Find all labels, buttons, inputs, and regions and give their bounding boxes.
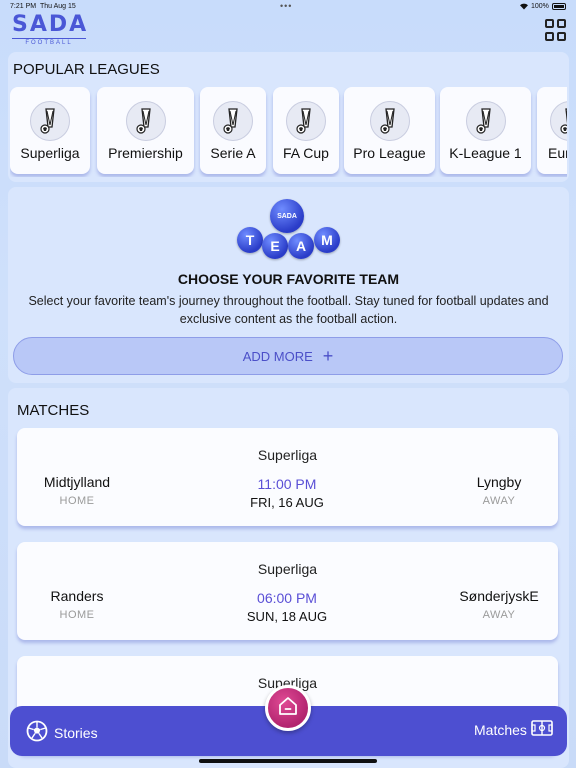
section-title: POPULAR LEAGUES xyxy=(13,61,160,78)
app-logo: SADA FOOTBALL xyxy=(12,14,90,46)
league-card[interactable]: Pro League xyxy=(344,87,435,174)
team-name: Midtjylland xyxy=(43,474,111,490)
tab-label: Stories xyxy=(54,724,98,741)
league-name: Pro League xyxy=(353,145,426,161)
team-heading: CHOOSE YOUR FAVORITE TEAM xyxy=(177,271,400,287)
league-name: Serie A xyxy=(210,145,256,161)
logo-subtext: FOOTBALL xyxy=(12,38,86,46)
trophy-icon xyxy=(213,101,253,141)
team-name: Randers xyxy=(50,588,104,604)
favorite-team-section: SADA T E A M CHOOSE YOUR FAVORITE TEAM S… xyxy=(8,187,569,383)
leagues-carousel[interactable]: Superliga Premiership Serie A FA Cup Pro… xyxy=(10,87,567,177)
tab-stories[interactable]: Stories xyxy=(26,720,98,745)
trophy-icon xyxy=(125,101,166,141)
trophy-icon xyxy=(465,101,506,141)
trophy-icon xyxy=(369,101,410,141)
add-more-button[interactable]: ADD MORE + xyxy=(13,337,563,375)
league-name: Euro xyxy=(548,145,567,161)
away-team: Lyngby AWAY xyxy=(439,474,559,507)
pitch-icon xyxy=(531,720,553,739)
team-name: SønderjyskE xyxy=(459,588,539,604)
team-side: AWAY xyxy=(482,609,516,621)
league-name: Superliga xyxy=(20,145,80,161)
team-letter: T xyxy=(237,227,263,253)
home-team: Randers HOME xyxy=(17,588,137,621)
league-name: FA Cup xyxy=(283,145,329,161)
trophy-icon xyxy=(286,101,326,141)
home-icon xyxy=(276,694,300,723)
team-side: HOME xyxy=(59,609,95,621)
league-card[interactable]: Superliga xyxy=(10,87,90,174)
battery-percent: 100% xyxy=(531,3,549,10)
sada-ball-icon: SADA xyxy=(270,199,304,233)
match-time: 06:00 PM xyxy=(257,590,317,606)
league-card[interactable]: Serie A xyxy=(200,87,266,174)
status-time: 7:21 PM xyxy=(10,3,37,10)
tab-matches[interactable]: Matches xyxy=(474,720,553,739)
wifi-icon xyxy=(519,2,529,12)
tab-label: Matches xyxy=(474,721,527,738)
grid-menu-icon[interactable] xyxy=(545,19,567,41)
home-indicator xyxy=(199,759,377,763)
team-name: Lyngby xyxy=(476,474,522,490)
match-card[interactable]: Superliga Midtjylland HOME 11:00 PM FRI,… xyxy=(17,428,558,526)
home-button[interactable] xyxy=(265,685,311,731)
match-date: FRI, 16 AUG xyxy=(250,495,324,510)
soccer-ball-icon xyxy=(26,720,48,745)
team-side: HOME xyxy=(59,495,95,507)
league-card[interactable]: Euro xyxy=(537,87,567,174)
league-name: Premiership xyxy=(108,145,183,161)
team-letter: A xyxy=(288,233,314,259)
trophy-icon xyxy=(30,101,70,141)
match-league: Superliga xyxy=(257,561,318,577)
match-card[interactable]: Superliga Randers HOME 06:00 PM SUN, 18 … xyxy=(17,542,558,640)
league-card[interactable]: Premiership xyxy=(97,87,194,174)
logo-text: SADA xyxy=(12,12,89,37)
away-team: SønderjyskE AWAY xyxy=(439,588,559,621)
league-card[interactable]: FA Cup xyxy=(273,87,339,174)
match-date: SUN, 18 AUG xyxy=(246,609,328,624)
popular-leagues-section: POPULAR LEAGUES Superliga Premiership Se… xyxy=(8,52,569,182)
league-card[interactable]: K-League 1 xyxy=(440,87,531,174)
add-more-label: ADD MORE xyxy=(242,348,313,364)
status-date: Thu Aug 15 xyxy=(40,3,76,10)
plus-icon: + xyxy=(322,346,334,366)
match-time: 11:00 PM xyxy=(257,476,317,492)
home-team: Midtjylland HOME xyxy=(17,474,137,507)
league-name: K-League 1 xyxy=(449,145,522,161)
section-title: MATCHES xyxy=(17,402,90,419)
team-side: AWAY xyxy=(482,495,516,507)
trophy-icon xyxy=(550,101,567,141)
match-league: Superliga xyxy=(257,447,318,463)
multitasking-dots-icon[interactable]: ••• xyxy=(280,1,292,11)
team-logo: SADA T E A M xyxy=(235,199,341,261)
battery-icon xyxy=(552,3,566,10)
team-description: Select your favorite team's journey thro… xyxy=(28,294,549,326)
team-letter: E xyxy=(262,233,288,259)
team-letter: M xyxy=(314,227,340,253)
